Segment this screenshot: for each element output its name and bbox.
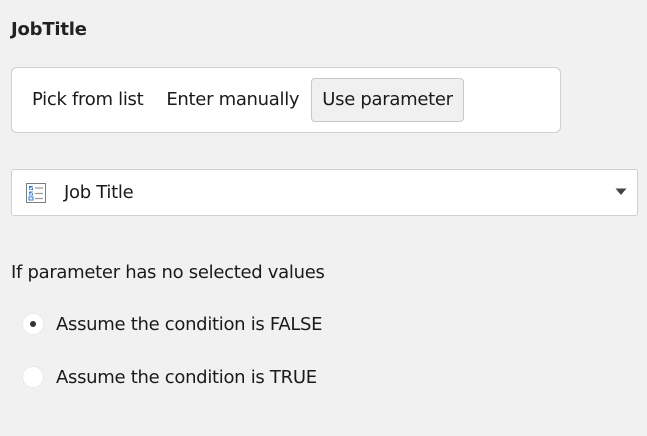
assume-true-label: Assume the condition is TRUE <box>56 366 317 388</box>
pick-from-list-option[interactable]: Pick from list <box>22 78 153 122</box>
use-parameter-option[interactable]: Use parameter <box>311 78 464 122</box>
enter-manually-option[interactable]: Enter manually <box>156 78 309 122</box>
parameter-dropdown[interactable]: Job Title <box>11 169 638 216</box>
value-source-toggle-group: Pick from list Enter manually Use parame… <box>11 67 561 133</box>
radio-button-checked[interactable] <box>22 313 44 335</box>
chevron-down-icon[interactable] <box>615 188 627 196</box>
assume-true-radio[interactable]: Assume the condition is TRUE <box>22 366 317 388</box>
assume-false-radio[interactable]: Assume the condition is FALSE <box>22 313 323 335</box>
radio-button-unchecked[interactable] <box>22 366 44 388</box>
parameter-dropdown-value: Job Title <box>64 182 134 203</box>
radio-dot <box>30 321 36 327</box>
checklist-icon <box>25 182 47 204</box>
no-selected-values-label: If parameter has no selected values <box>11 262 325 283</box>
panel-title: JobTitle <box>11 19 87 40</box>
assume-false-label: Assume the condition is FALSE <box>56 313 323 335</box>
